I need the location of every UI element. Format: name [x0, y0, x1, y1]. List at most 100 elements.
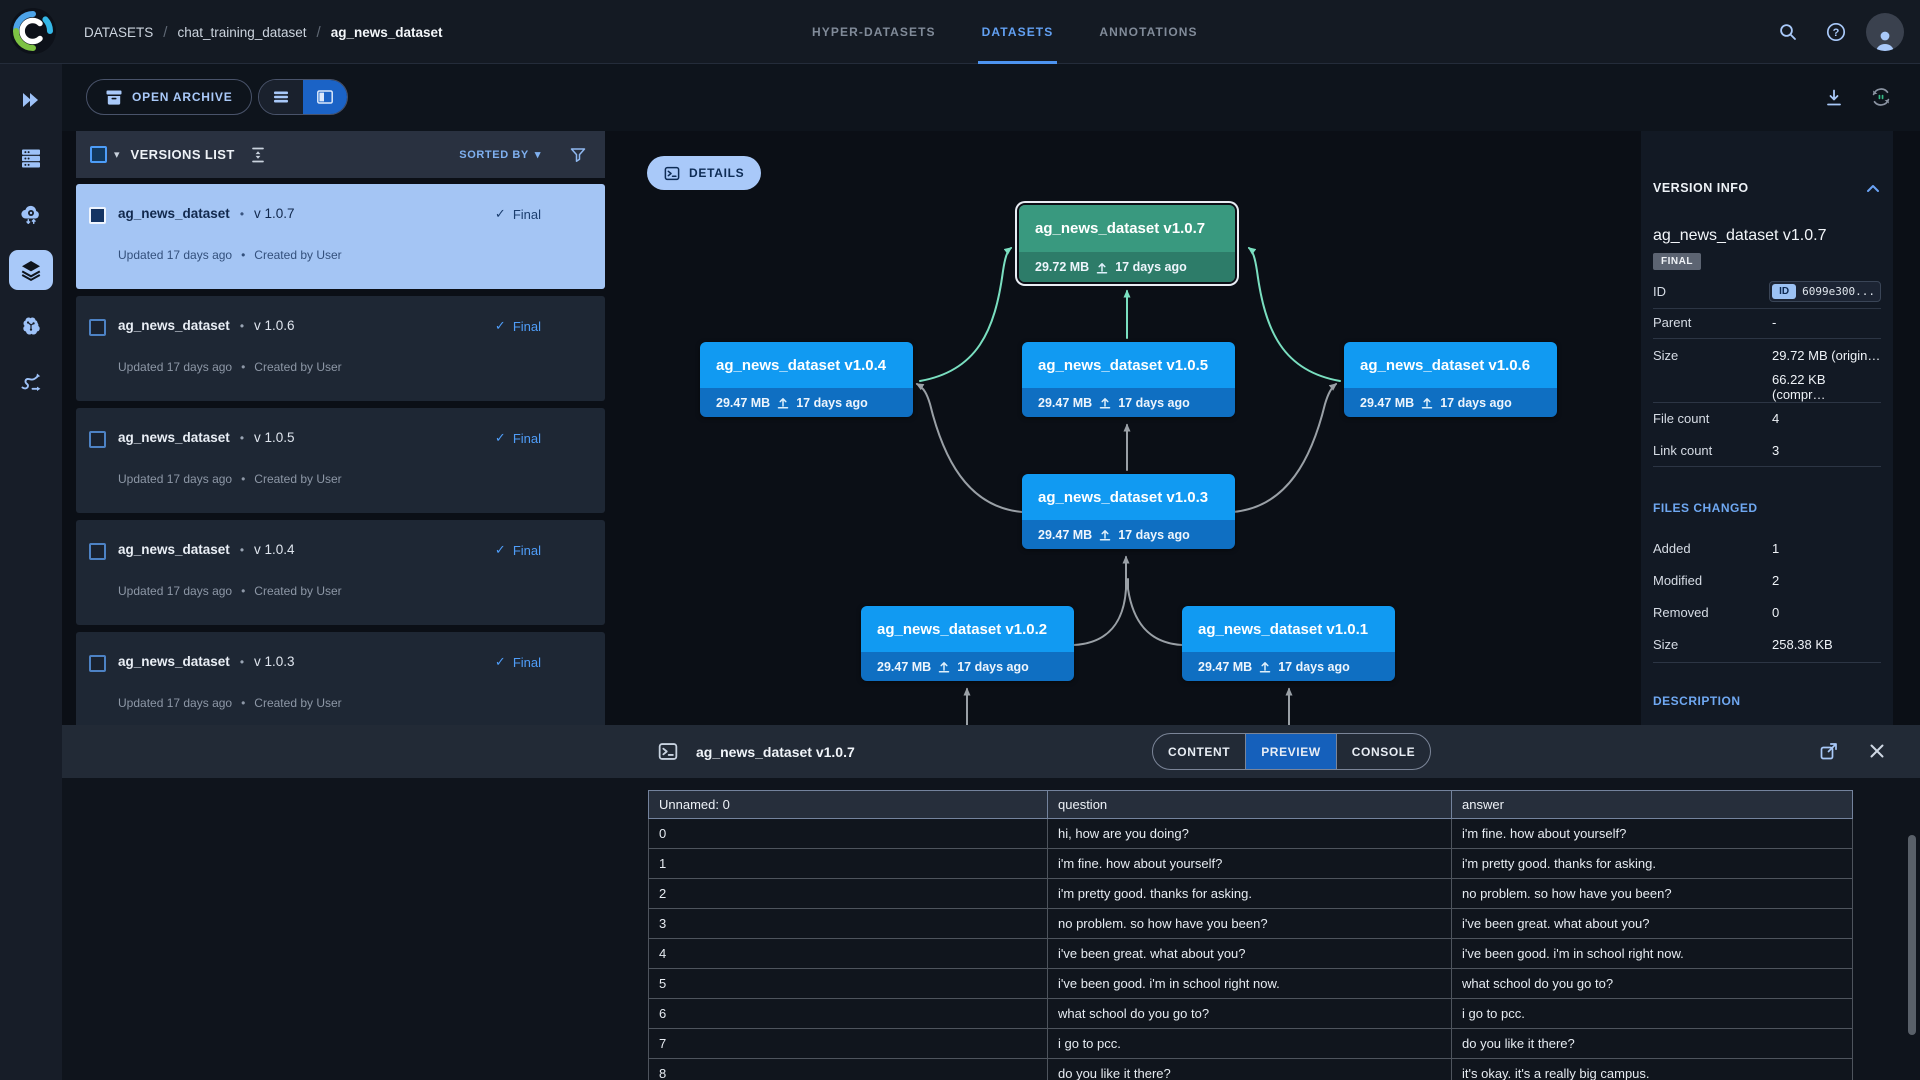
- graph-node-meta: 29.47 MB 17 days ago: [1344, 388, 1557, 417]
- version-checkbox[interactable]: [89, 207, 106, 224]
- upload-icon: [777, 398, 789, 409]
- terminal-icon: [658, 743, 678, 760]
- graph-node-title: ag_news_dataset v1.0.4: [700, 342, 913, 388]
- table-cell: 0: [648, 819, 1048, 849]
- version-list-item[interactable]: ag_news_dataset • v 1.0.7 ✓ Final Update…: [76, 184, 605, 289]
- final-status-badge: ✓ Final: [495, 654, 541, 670]
- table-cell: 6: [648, 999, 1048, 1029]
- vertical-scrollbar[interactable]: [1908, 835, 1916, 1035]
- breadcrumb-current: ag_news_dataset: [330, 24, 443, 40]
- chevron-up-icon[interactable]: [1865, 182, 1881, 194]
- version-number: v 1.0.3: [254, 654, 295, 669]
- created-text: Created by User: [254, 696, 342, 710]
- clearml-logo[interactable]: [10, 8, 56, 54]
- link-count-row: Link count 3: [1653, 435, 1881, 465]
- close-icon[interactable]: [1868, 742, 1886, 760]
- graph-node[interactable]: ag_news_dataset v1.0.3 29.47 MB 17 days …: [1022, 474, 1235, 549]
- version-name: ag_news_dataset: [118, 654, 230, 669]
- expand-icon[interactable]: [1818, 740, 1840, 762]
- version-checkbox[interactable]: [89, 319, 106, 336]
- pipeline-icon: [21, 373, 41, 391]
- tab-hyper-datasets[interactable]: HYPER-DATASETS: [812, 0, 936, 64]
- tab-datasets[interactable]: DATASETS: [977, 0, 1058, 64]
- toolbar-right-actions: [1824, 79, 1892, 115]
- modified-value: 2: [1772, 572, 1780, 588]
- graph-node-meta: 29.47 MB 17 days ago: [1022, 520, 1235, 549]
- collapse-rows-icon[interactable]: [248, 145, 268, 165]
- main-tabs: HYPER-DATASETS DATASETS ANNOTATIONS: [812, 0, 1198, 64]
- final-badge: FINAL: [1653, 253, 1701, 270]
- column-header[interactable]: answer: [1452, 790, 1853, 819]
- version-list-item[interactable]: ag_news_dataset • v 1.0.5 ✓ Final Update…: [76, 408, 605, 513]
- created-text: Created by User: [254, 248, 342, 262]
- user-avatar[interactable]: [1866, 13, 1904, 51]
- table-cell: i go to pcc.: [1452, 999, 1853, 1029]
- size-row: Size 29.72 MB (origin…: [1653, 340, 1881, 370]
- divider: [1653, 662, 1881, 663]
- download-icon[interactable]: [1824, 88, 1844, 107]
- version-checkbox[interactable]: [89, 431, 106, 448]
- tab-annotations[interactable]: ANNOTATIONS: [1099, 0, 1197, 64]
- split-view-button[interactable]: [303, 80, 347, 114]
- created-text: Created by User: [254, 584, 342, 598]
- sorted-by-control[interactable]: SORTED BY ▾: [459, 148, 541, 162]
- version-list-item[interactable]: ag_news_dataset • v 1.0.3 ✓ Final Update…: [76, 632, 605, 737]
- version-title-line: ag_news_dataset • v 1.0.4: [118, 542, 295, 557]
- final-status-badge: ✓ Final: [495, 542, 541, 558]
- filter-icon[interactable]: [569, 146, 587, 164]
- version-meta-line: Updated 17 days ago • Created by User: [118, 472, 342, 486]
- terminal-icon: [664, 166, 680, 180]
- details-button[interactable]: DETAILS: [647, 156, 762, 190]
- tab-preview[interactable]: PREVIEW: [1245, 734, 1336, 769]
- graph-node[interactable]: ag_news_dataset v1.0.6 29.47 MB 17 days …: [1344, 342, 1557, 417]
- file-count-label: File count: [1653, 410, 1710, 426]
- modified-label: Modified: [1653, 572, 1703, 588]
- graph-node-meta: 29.72 MB 17 days ago: [1019, 252, 1235, 282]
- version-checkbox[interactable]: [89, 543, 106, 560]
- changed-size-label: Size: [1653, 636, 1679, 652]
- column-header[interactable]: question: [1048, 790, 1452, 819]
- version-list-item[interactable]: ag_news_dataset • v 1.0.6 ✓ Final Update…: [76, 296, 605, 401]
- graph-node-selected[interactable]: ag_news_dataset v1.0.7 29.72 MB 17 days …: [1019, 205, 1235, 282]
- node-age: 17 days ago: [796, 395, 868, 410]
- search-button[interactable]: [1770, 14, 1806, 50]
- graph-node[interactable]: ag_news_dataset v1.0.2 29.47 MB 17 days …: [861, 606, 1074, 681]
- version-checkbox[interactable]: [89, 655, 106, 672]
- auto-refresh-icon[interactable]: [1870, 86, 1892, 108]
- open-archive-button[interactable]: OPEN ARCHIVE: [86, 79, 252, 115]
- sorted-by-label: SORTED BY: [459, 148, 529, 161]
- graph-node[interactable]: ag_news_dataset v1.0.1 29.47 MB 17 days …: [1182, 606, 1395, 681]
- sidebar-item-projects[interactable]: [9, 80, 53, 120]
- version-number: v 1.0.6: [254, 318, 295, 333]
- table-cell: i'm fine. how about yourself?: [1048, 849, 1452, 879]
- check-icon: ✓: [494, 542, 506, 557]
- version-meta-line: Updated 17 days ago • Created by User: [118, 248, 342, 262]
- column-header[interactable]: Unnamed: 0: [648, 790, 1048, 819]
- table-view-button[interactable]: [259, 80, 303, 114]
- version-name: ag_news_dataset: [118, 430, 230, 445]
- sidebar-item-autoscalers[interactable]: [9, 194, 53, 234]
- sidebar-item-datasets[interactable]: [9, 250, 53, 290]
- version-list-item[interactable]: ag_news_dataset • v 1.0.4 ✓ Final Update…: [76, 520, 605, 625]
- breadcrumb-root[interactable]: DATASETS: [84, 25, 153, 40]
- select-all-checkbox[interactable]: [90, 146, 107, 163]
- help-button[interactable]: ?: [1818, 14, 1854, 50]
- breadcrumb-project[interactable]: chat_training_dataset: [177, 25, 306, 40]
- table-cell: no problem. so how have you been?: [1452, 879, 1853, 909]
- sidebar-item-workers-queues[interactable]: [9, 138, 53, 178]
- tab-content[interactable]: CONTENT: [1153, 734, 1245, 769]
- sidebar-item-models[interactable]: [9, 306, 53, 346]
- select-menu-caret-icon[interactable]: ▾: [114, 148, 120, 161]
- upload-icon: [1259, 662, 1271, 673]
- link-count-value: 3: [1772, 442, 1780, 458]
- tab-console[interactable]: CONSOLE: [1335, 734, 1431, 769]
- graph-node-title: ag_news_dataset v1.0.2: [861, 606, 1074, 652]
- id-chip[interactable]: ID 6099e300...: [1769, 280, 1881, 302]
- parent-label: Parent: [1653, 314, 1692, 330]
- table-cell: i've been great. what about you?: [1048, 939, 1452, 969]
- sidebar-item-pipelines[interactable]: [9, 362, 53, 402]
- final-status-badge: ✓ Final: [495, 206, 541, 222]
- graph-node[interactable]: ag_news_dataset v1.0.5 29.47 MB 17 days …: [1022, 342, 1235, 417]
- graph-node[interactable]: ag_news_dataset v1.0.4 29.47 MB 17 days …: [700, 342, 913, 417]
- table-cell: i've been good. i'm in school right now.: [1048, 969, 1452, 999]
